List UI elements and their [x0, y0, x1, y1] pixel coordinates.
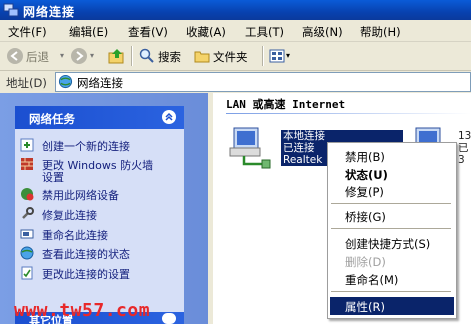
- back-label: 后退: [26, 50, 49, 64]
- forward-dropdown-icon[interactable]: ▾: [90, 51, 94, 60]
- network-globe-icon: [58, 74, 73, 89]
- task-label: 创建一个新的连接: [42, 140, 130, 153]
- menu-separator: [331, 291, 451, 292]
- menu-status[interactable]: 状态(U): [345, 167, 388, 183]
- menu-properties-highlight[interactable]: 属性(R): [330, 297, 454, 315]
- menu-disable[interactable]: 禁用(B): [345, 149, 385, 165]
- menu-repair[interactable]: 修复(P): [345, 184, 384, 200]
- task-label: 修复此连接: [42, 209, 97, 222]
- second-connection-label[interactable]: 13 已 3: [458, 130, 471, 166]
- group-divider: [226, 113, 471, 114]
- menu-rename[interactable]: 重命名(M): [345, 272, 398, 288]
- firewall-icon: [21, 158, 33, 170]
- menu-favorites[interactable]: 收藏(A): [186, 24, 226, 40]
- toolbar-separator: [131, 46, 133, 66]
- network-connections-icon: [3, 3, 19, 17]
- task-label: 禁用此网络设备: [42, 189, 119, 202]
- up-folder-icon[interactable]: [108, 47, 126, 65]
- menu-view[interactable]: 查看(V): [128, 24, 168, 40]
- menu-create-shortcut[interactable]: 创建快捷方式(S): [345, 236, 430, 252]
- new-connection-icon: [20, 138, 34, 152]
- watermark-text: www.tw57.com: [14, 300, 151, 321]
- connection-name: 本地连接: [283, 130, 325, 142]
- task-label: 更改此连接的设置: [42, 268, 130, 281]
- menu-bar: 文件(F) 编辑(E) 查看(V) 收藏(A) 工具(T) 高级(N) 帮助(H…: [0, 20, 471, 42]
- menu-properties[interactable]: 属性(R): [345, 299, 385, 315]
- search-button[interactable]: 搜索: [137, 46, 187, 66]
- context-menu: 禁用(B) 状态(U) 修复(P) 桥接(G) 创建快捷方式(S) 删除(D) …: [327, 142, 457, 319]
- task-label: 设置: [42, 171, 64, 184]
- status-globe-icon: [20, 246, 34, 260]
- folders-button[interactable]: 文件夹: [192, 46, 254, 66]
- menu-advanced[interactable]: 高级(N): [302, 24, 343, 40]
- folder-icon: [194, 51, 210, 63]
- address-value: 网络连接: [77, 76, 123, 90]
- address-field[interactable]: 网络连接: [55, 72, 471, 92]
- menu-help[interactable]: 帮助(H): [360, 24, 401, 40]
- menu-tools[interactable]: 工具(T): [245, 24, 284, 40]
- address-bar: 地址(D) 网络连接: [0, 71, 471, 94]
- toolbar: 后退 ▾ ▾ 搜索 文件夹 ▾: [0, 42, 471, 71]
- search-label: 搜索: [158, 50, 181, 64]
- menu-separator: [331, 203, 451, 204]
- toolbar-separator: [262, 46, 264, 66]
- rename-icon: [20, 229, 34, 239]
- back-button[interactable]: 后退: [4, 46, 64, 66]
- second-connection-line: 3: [458, 154, 465, 166]
- settings-document-icon: [21, 266, 33, 280]
- views-button[interactable]: ▾: [268, 46, 294, 66]
- network-tasks-title: 网络任务: [29, 112, 75, 126]
- second-connection-line: 已: [458, 142, 469, 154]
- network-tasks-header[interactable]: 网络任务: [15, 106, 184, 129]
- second-connection-line: 13: [458, 130, 471, 142]
- wrench-icon: [22, 207, 34, 219]
- folders-label: 文件夹: [213, 50, 248, 64]
- views-dropdown-icon: ▾: [286, 51, 291, 60]
- menu-file[interactable]: 文件(F): [8, 24, 47, 40]
- search-icon: [139, 48, 154, 63]
- address-label: 地址(D): [6, 76, 47, 90]
- back-dropdown-icon[interactable]: ▾: [60, 51, 64, 60]
- back-arrow-icon: [7, 48, 23, 64]
- forward-arrow-icon[interactable]: [70, 47, 88, 65]
- menu-delete: 删除(D): [345, 255, 386, 269]
- menu-edit[interactable]: 编辑(E): [69, 24, 108, 40]
- menu-bridge[interactable]: 桥接(G): [345, 209, 386, 225]
- disable-device-icon: [21, 188, 34, 201]
- window-title: 网络连接: [23, 5, 76, 19]
- title-bar[interactable]: 网络连接: [0, 0, 471, 20]
- task-label: 重命名此连接: [42, 229, 108, 242]
- collapse-chevron-icon[interactable]: [162, 110, 176, 124]
- group-heading: LAN 或高速 Internet: [226, 98, 346, 111]
- expand-chevron-icon[interactable]: [162, 313, 176, 324]
- menu-separator: [331, 228, 451, 229]
- task-label: 查看此连接的状态: [42, 248, 130, 261]
- lan-connection-icon[interactable]: [226, 126, 274, 170]
- views-grid-icon: [269, 49, 285, 63]
